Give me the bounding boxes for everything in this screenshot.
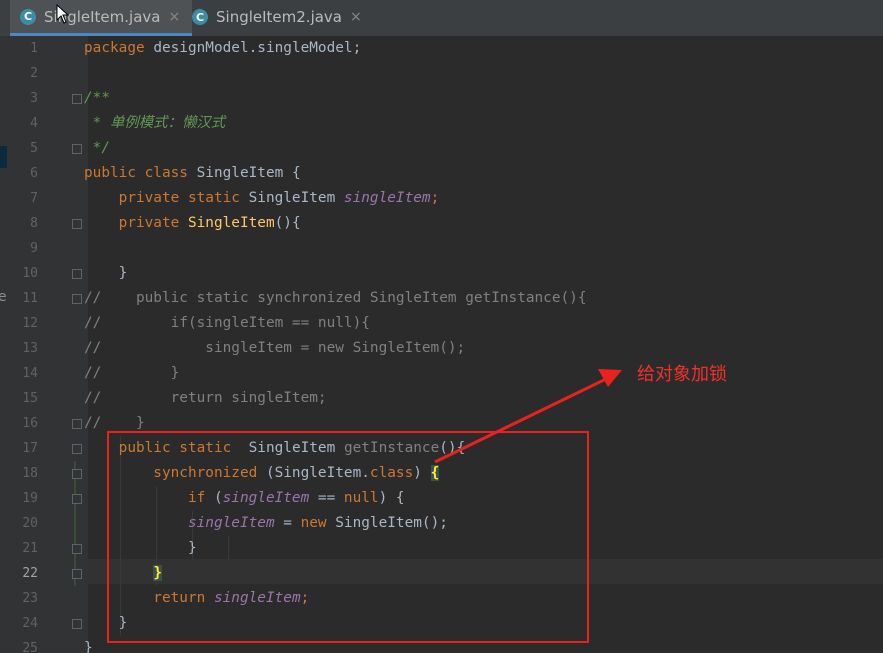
code-line-11: // public static synchronized SingleItem… <box>84 290 587 306</box>
fold-marker-icon[interactable] <box>72 294 82 304</box>
line-number: 23 <box>22 591 38 606</box>
code-line-15: // return singleItem; <box>84 390 327 406</box>
edge-letter: e <box>0 289 7 305</box>
line-number: 5 <box>30 141 38 156</box>
tab-singleitem2[interactable]: C SingleItem2.java × <box>192 0 372 34</box>
editor-gutter: 1 2 3 4 5 6 7 8 9 10 11 12 13 14 15 16 1… <box>8 36 88 653</box>
close-icon[interactable]: × <box>350 9 362 25</box>
line-number: 6 <box>30 166 38 181</box>
line-number: 15 <box>22 391 38 406</box>
line-number: 16 <box>22 416 38 431</box>
code-line-14: // } <box>84 365 180 381</box>
code-line-12: // if(singleItem == null){ <box>84 315 370 331</box>
line-number: 19 <box>22 491 38 506</box>
selection-marker <box>0 146 7 168</box>
fold-marker-icon[interactable] <box>72 419 82 429</box>
line-number: 25 <box>22 641 38 653</box>
code-line-4: * 单例模式：懒汉式 <box>84 115 226 131</box>
line-number: 7 <box>30 191 38 206</box>
code-line-5: */ <box>84 140 110 156</box>
mouse-cursor-icon <box>56 4 70 24</box>
code-line-8: private SingleItem(){ <box>84 215 301 231</box>
line-number-current: 22 <box>22 566 38 581</box>
vcs-change-marker <box>74 461 76 586</box>
fold-marker-icon[interactable] <box>72 469 82 479</box>
line-number: 24 <box>22 616 38 631</box>
line-number: 20 <box>22 516 38 531</box>
code-line-10: } <box>84 265 128 281</box>
java-class-icon: C <box>20 8 36 25</box>
fold-marker-icon[interactable] <box>72 269 82 279</box>
tab-singleitem[interactable]: C SingleItem.java × <box>10 0 192 36</box>
code-line-1: package designModel.singleModel; <box>84 40 362 56</box>
code-line-13: // singleItem = new SingleItem(); <box>84 340 466 356</box>
fold-marker-icon[interactable] <box>72 619 82 629</box>
fold-marker-icon[interactable] <box>72 94 82 104</box>
tab-label: SingleItem2.java <box>216 8 342 26</box>
code-line-25: } <box>84 640 93 653</box>
close-icon[interactable]: × <box>168 9 180 25</box>
fold-marker-icon[interactable] <box>72 219 82 229</box>
fold-marker-icon[interactable] <box>72 569 82 579</box>
fold-marker-icon[interactable] <box>72 544 82 554</box>
line-number: 12 <box>22 316 38 331</box>
code-line-6: public class SingleItem { <box>84 165 301 181</box>
line-number: 9 <box>30 241 38 256</box>
line-number: 10 <box>22 266 38 281</box>
editor-tab-bar: C SingleItem.java × C SingleItem2.java × <box>0 0 883 37</box>
code-line-7: private static SingleItem singleItem; <box>84 190 440 206</box>
ide-window: C SingleItem.java × C SingleItem2.java ×… <box>0 0 883 653</box>
line-number: 3 <box>30 91 38 106</box>
line-number: 8 <box>30 216 38 231</box>
java-class-icon: C <box>192 9 208 25</box>
line-number: 18 <box>22 466 38 481</box>
fold-marker-icon[interactable] <box>72 144 82 154</box>
line-number: 17 <box>22 441 38 456</box>
line-number: 1 <box>30 41 38 56</box>
line-number: 4 <box>30 116 38 131</box>
project-panel-edge <box>0 36 8 653</box>
fold-marker-icon[interactable] <box>72 494 82 504</box>
line-number: 13 <box>22 341 38 356</box>
code-line-3: /** <box>84 90 110 106</box>
line-number: 21 <box>22 541 38 556</box>
line-number: 14 <box>22 366 38 381</box>
line-number: 2 <box>30 66 38 81</box>
annotation-highlight-box <box>107 431 589 643</box>
fold-marker-icon[interactable] <box>72 444 82 454</box>
line-number: 11 <box>22 291 38 306</box>
annotation-label: 给对象加锁 <box>637 364 727 385</box>
